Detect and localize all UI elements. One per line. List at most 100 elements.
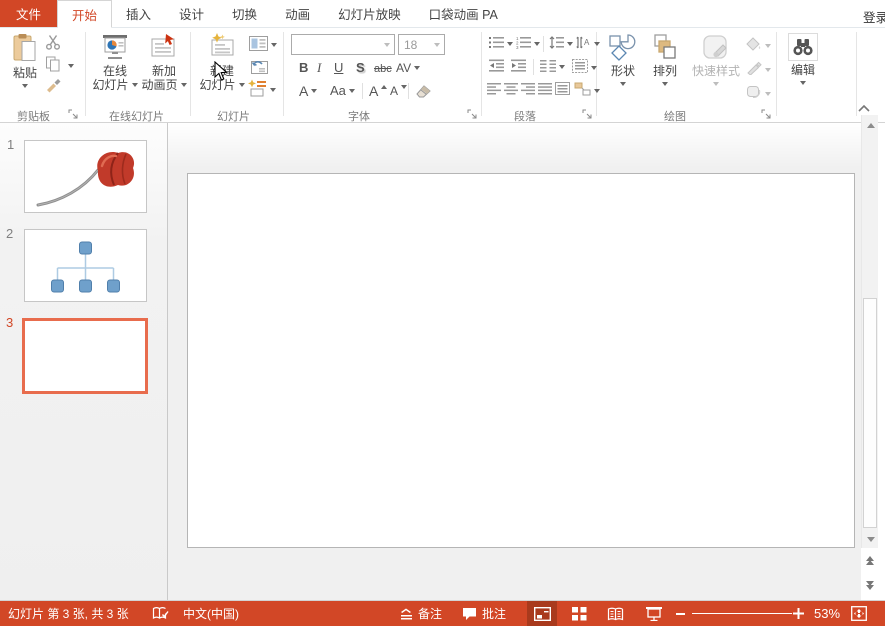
justify-button[interactable] — [538, 82, 552, 98]
shapes-button[interactable]: 形状 — [603, 33, 643, 86]
line-spacing-button[interactable] — [549, 36, 573, 52]
slideshow-view-button[interactable] — [640, 601, 668, 626]
dialog-launcher-icon[interactable] — [467, 109, 478, 120]
zoom-in-button[interactable] — [793, 601, 804, 626]
slide-thumbnail-panel: 1 2 3 — [0, 123, 168, 600]
strikethrough-button[interactable]: abc — [374, 60, 392, 78]
arrange-icon — [651, 33, 679, 64]
group-divider — [283, 32, 284, 116]
comments-button[interactable]: 批注 — [482, 601, 506, 626]
group-label-clipboard: 剪贴板 — [17, 108, 50, 124]
fit-slide-to-window-button[interactable] — [851, 601, 867, 626]
powerpoint-window: 文件 开始 插入 设计 切换 动画 幻灯片放映 口袋动画 PA 登录 粘贴 — [0, 0, 885, 626]
format-painter-button[interactable] — [45, 77, 62, 96]
zoom-slider-track[interactable] — [692, 601, 792, 626]
new-slide-button[interactable]: 新建 幻灯片 — [197, 33, 247, 92]
tab-pocket-animation[interactable]: 口袋动画 PA — [415, 0, 512, 27]
convert-smartart-button[interactable] — [574, 82, 600, 99]
normal-view-button[interactable] — [527, 601, 557, 626]
slide-sorter-view-button[interactable] — [564, 601, 594, 626]
quick-styles-button[interactable]: 快速样式 — [687, 33, 745, 86]
shape-effects-button[interactable] — [746, 85, 771, 102]
eraser-icon — [415, 83, 432, 101]
shape-outline-button[interactable] — [746, 61, 771, 78]
language-indicator[interactable]: 中文(中国) — [183, 601, 239, 626]
align-center-button[interactable] — [504, 82, 518, 98]
tab-transitions[interactable]: 切换 — [218, 0, 271, 27]
scroll-down-button[interactable] — [862, 531, 879, 547]
font-name-combobox[interactable] — [291, 34, 395, 55]
clear-formatting-button[interactable] — [415, 83, 432, 101]
align-left-button[interactable] — [487, 82, 501, 98]
align-left-icon — [487, 82, 501, 98]
slide-thumbnail-2[interactable] — [24, 229, 147, 302]
font-size-combobox[interactable]: 18 — [398, 34, 445, 55]
underline-button[interactable]: U — [334, 59, 343, 77]
bold-button[interactable]: B — [299, 59, 308, 77]
online-slides-button[interactable]: 在线 幻灯片 — [92, 33, 138, 92]
bullets-button[interactable] — [489, 36, 513, 52]
format-painter-icon — [45, 77, 62, 96]
previous-slide-button[interactable] — [861, 552, 878, 568]
shape-fill-button[interactable] — [746, 37, 771, 54]
section-button[interactable] — [247, 79, 276, 100]
cut-button[interactable] — [45, 34, 62, 53]
reading-view-button[interactable] — [600, 601, 630, 626]
dialog-launcher-icon[interactable] — [582, 109, 593, 120]
dialog-launcher-icon[interactable] — [68, 109, 79, 120]
text-direction-icon: A — [576, 36, 591, 52]
tab-file[interactable]: 文件 — [0, 0, 57, 27]
slide-thumbnail-3-selected[interactable] — [22, 318, 148, 394]
shrink-font-button[interactable]: A — [390, 82, 407, 100]
tab-insert[interactable]: 插入 — [112, 0, 165, 27]
layout-button[interactable] — [249, 36, 277, 54]
reset-slide-button[interactable] — [250, 58, 269, 78]
distribute-icon — [555, 82, 570, 98]
tab-design[interactable]: 设计 — [165, 0, 218, 27]
italic-button[interactable]: I — [317, 59, 321, 77]
slide-thumbnail-1[interactable] — [24, 140, 147, 213]
editing-button[interactable]: 编辑 — [786, 33, 820, 85]
slide-counter[interactable]: 幻灯片 第 3 张, 共 3 张 — [8, 601, 129, 626]
numbering-button[interactable]: 123 — [516, 36, 540, 52]
login-link[interactable]: 登录 — [863, 7, 885, 26]
scrollbar-thumb[interactable] — [863, 298, 877, 528]
align-center-icon — [504, 82, 518, 98]
copy-button[interactable] — [45, 56, 74, 75]
font-color-button[interactable]: A — [299, 82, 317, 100]
dropdown-arrow-icon — [311, 89, 317, 93]
dropdown-arrow-icon — [132, 83, 138, 87]
divider — [533, 59, 534, 75]
distribute-button[interactable] — [555, 82, 570, 98]
group-label-online-slides: 在线幻灯片 — [109, 108, 164, 124]
zoom-level-value[interactable]: 53% — [814, 601, 840, 626]
increase-indent-button[interactable] — [511, 59, 526, 75]
grow-font-button[interactable]: A — [369, 82, 387, 100]
notes-button[interactable]: 备注 — [418, 601, 442, 626]
divider — [362, 83, 363, 99]
text-shadow-button[interactable]: S — [356, 59, 365, 77]
columns-button[interactable] — [540, 59, 565, 75]
change-case-button[interactable]: Aa — [330, 82, 355, 100]
text-direction-button[interactable]: A — [576, 36, 600, 52]
zoom-out-button[interactable] — [676, 601, 685, 626]
vertical-scrollbar[interactable] — [861, 115, 878, 548]
paste-button[interactable]: 粘贴 — [6, 33, 44, 88]
dropdown-arrow-icon — [270, 88, 276, 92]
character-spacing-button[interactable]: AV — [396, 59, 420, 77]
next-slide-button[interactable] — [861, 577, 878, 593]
align-text-button[interactable] — [572, 59, 597, 76]
scroll-up-button[interactable] — [862, 117, 879, 133]
spell-check-icon[interactable] — [152, 601, 169, 626]
tab-animations[interactable]: 动画 — [271, 0, 324, 27]
dialog-launcher-icon[interactable] — [761, 109, 772, 120]
tab-slideshow[interactable]: 幻灯片放映 — [324, 0, 415, 27]
collapse-ribbon-button[interactable] — [858, 102, 870, 116]
align-right-button[interactable] — [521, 82, 535, 98]
dropdown-arrow-icon — [594, 89, 600, 93]
arrange-button[interactable]: 排列 — [645, 33, 685, 86]
new-animation-page-button[interactable]: 新加 动画页 — [140, 33, 188, 92]
tab-home[interactable]: 开始 — [57, 0, 112, 28]
slide-canvas[interactable] — [187, 173, 855, 548]
decrease-indent-button[interactable] — [489, 59, 504, 75]
